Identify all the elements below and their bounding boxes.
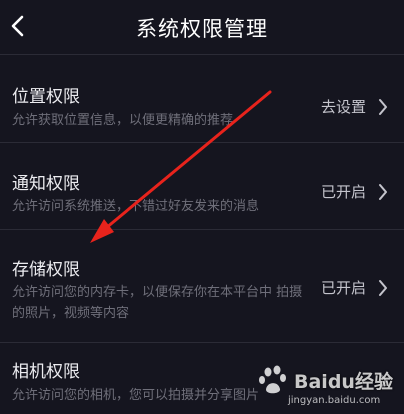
- item-description: 允许访问系统推送，不错过好友发来的消息: [12, 199, 260, 214]
- chevron-right-icon: [379, 280, 387, 296]
- item-title: 通知权限: [12, 174, 80, 194]
- permission-item-storage[interactable]: 存储权限 允许访问您的内存卡，以便保存你在本平台中 拍摄的照片，视频等内容 已开…: [0, 230, 404, 342]
- item-title: 位置权限: [12, 87, 80, 107]
- header-divider: [0, 54, 404, 55]
- permission-item-notification[interactable]: 通知权限 允许访问系统推送，不错过好友发来的消息 已开启: [0, 143, 404, 229]
- watermark-brand: Baidu经验: [294, 371, 393, 393]
- header: 系统权限管理: [0, 0, 404, 52]
- chevron-right-icon: [379, 184, 387, 200]
- baidu-watermark: Baidu经验 jingyan.baidu.com: [258, 363, 398, 411]
- watermark-url: jingyan.baidu.com: [288, 395, 381, 406]
- chevron-right-icon: [379, 99, 387, 115]
- item-title: 存储权限: [12, 260, 80, 280]
- page-title: 系统权限管理: [136, 17, 268, 41]
- baidu-paw-icon: [259, 365, 286, 394]
- permission-item-location[interactable]: 位置权限 允许获取位置信息，以便更精确的推荐 去设置: [0, 56, 404, 142]
- item-description: 允许获取位置信息，以便更精确的推荐: [12, 113, 234, 128]
- item-status: 已开启: [320, 279, 366, 297]
- item-status: 已开启: [320, 183, 366, 201]
- item-title: 相机权限: [12, 362, 80, 382]
- item-description: 允许访问您的内存卡，以便保存你在本平台中 拍摄的照片，视频等内容: [12, 285, 303, 321]
- item-status: 去设置: [320, 98, 366, 116]
